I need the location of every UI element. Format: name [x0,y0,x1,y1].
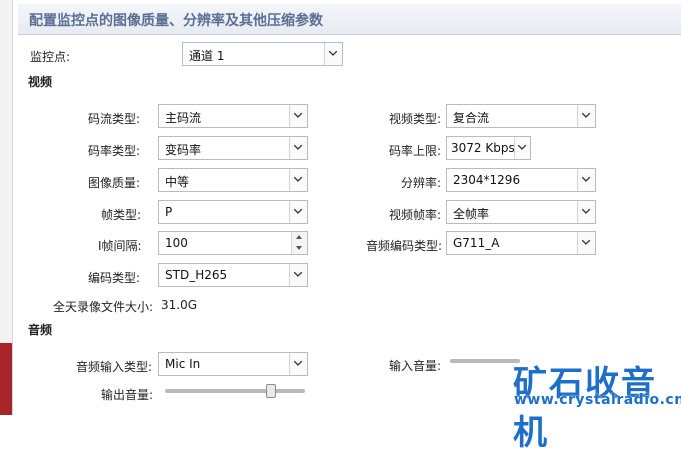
image-quality-label: 图像质量: [88,176,141,190]
audio-encoding-select[interactable]: G711_A [446,231,596,255]
chevron-down-icon[interactable] [289,264,307,286]
chevron-down-icon[interactable] [577,105,595,127]
chevron-down-icon[interactable] [577,232,595,254]
daily-size-label: 全天录像文件大小: [53,300,154,314]
frame-type-label: 帧类型: [101,208,142,222]
image-quality-value: 中等 [165,175,190,189]
frame-rate-select[interactable]: 全帧率 [446,200,596,224]
resolution-label: 分辨率: [401,176,442,190]
frame-rate-value: 全帧率 [453,207,490,221]
left-sidebar [0,0,13,415]
i-frame-interval-stepper[interactable]: 100 [158,231,308,255]
bitrate-limit-select[interactable]: 3072 Kbps [446,136,531,160]
watermark-url: www.crystalradio.cn [514,392,681,408]
stream-type-value: 主码流 [165,111,202,125]
audio-section-title: 音频 [28,323,53,337]
chevron-down-icon[interactable] [289,169,307,191]
video-type-select[interactable]: 复合流 [446,104,596,128]
sidebar-active-marker [0,343,12,415]
resolution-select[interactable]: 2304*1296 [446,168,596,192]
encoding-type-label: 编码类型: [88,271,141,285]
audio-input-type-select[interactable]: Mic In [158,352,308,376]
frame-type-select[interactable]: P [158,200,308,224]
output-volume-label: 输出音量: [101,388,154,402]
stream-type-label: 码流类型: [88,112,141,126]
video-type-value: 复合流 [453,111,490,125]
stepper-down-icon[interactable] [291,243,307,254]
i-frame-interval-label: I帧间隔: [98,239,142,253]
i-frame-interval-value: 100 [165,236,188,250]
bitrate-limit-value: 3072 Kbps [451,141,515,155]
page-title: 配置监控点的图像质量、分辨率及其他压缩参数 [29,13,323,29]
channel-select[interactable]: 通道 1 [182,42,343,66]
output-volume-slider[interactable] [165,384,305,398]
bitrate-type-select[interactable]: 变码率 [158,136,308,160]
chevron-down-icon[interactable] [289,105,307,127]
bitrate-limit-label: 码率上限: [389,144,442,158]
stream-type-select[interactable]: 主码流 [158,104,308,128]
audio-encoding-label: 音频编码类型: [366,239,443,253]
chevron-down-icon[interactable] [289,353,307,375]
chevron-down-icon[interactable] [514,137,530,159]
chevron-down-icon[interactable] [289,137,307,159]
bitrate-type-label: 码率类型: [88,144,141,158]
resolution-value: 2304*1296 [453,173,521,187]
video-type-label: 视频类型: [389,112,442,126]
channel-label: 监控点: [30,50,71,64]
image-quality-select[interactable]: 中等 [158,168,308,192]
chevron-down-icon[interactable] [289,201,307,223]
frame-rate-label: 视频帧率: [389,208,442,222]
chevron-down-icon[interactable] [577,201,595,223]
daily-size-value: 31.0G [161,298,198,312]
input-volume-label: 输入音量: [389,359,442,373]
input-volume-slider[interactable] [450,359,520,363]
output-volume-thumb[interactable] [266,384,276,398]
encoding-type-value: STD_H265 [165,268,228,282]
bitrate-type-value: 变码率 [165,143,202,157]
panel-header: 配置监控点的图像质量、分辨率及其他压缩参数 [18,4,681,35]
channel-value: 通道 1 [189,49,225,63]
video-section-title: 视频 [28,75,53,89]
settings-panel: 配置监控点的图像质量、分辨率及其他压缩参数 监控点: 通道 1 视频 码流类型:… [13,0,681,415]
chevron-down-icon[interactable] [324,43,342,65]
audio-encoding-value: G711_A [453,236,500,250]
frame-type-value: P [165,205,173,219]
audio-input-type-label: 音频输入类型: [76,360,153,374]
chevron-down-icon[interactable] [577,169,595,191]
audio-input-type-value: Mic In [165,357,201,371]
encoding-type-select[interactable]: STD_H265 [158,263,308,287]
